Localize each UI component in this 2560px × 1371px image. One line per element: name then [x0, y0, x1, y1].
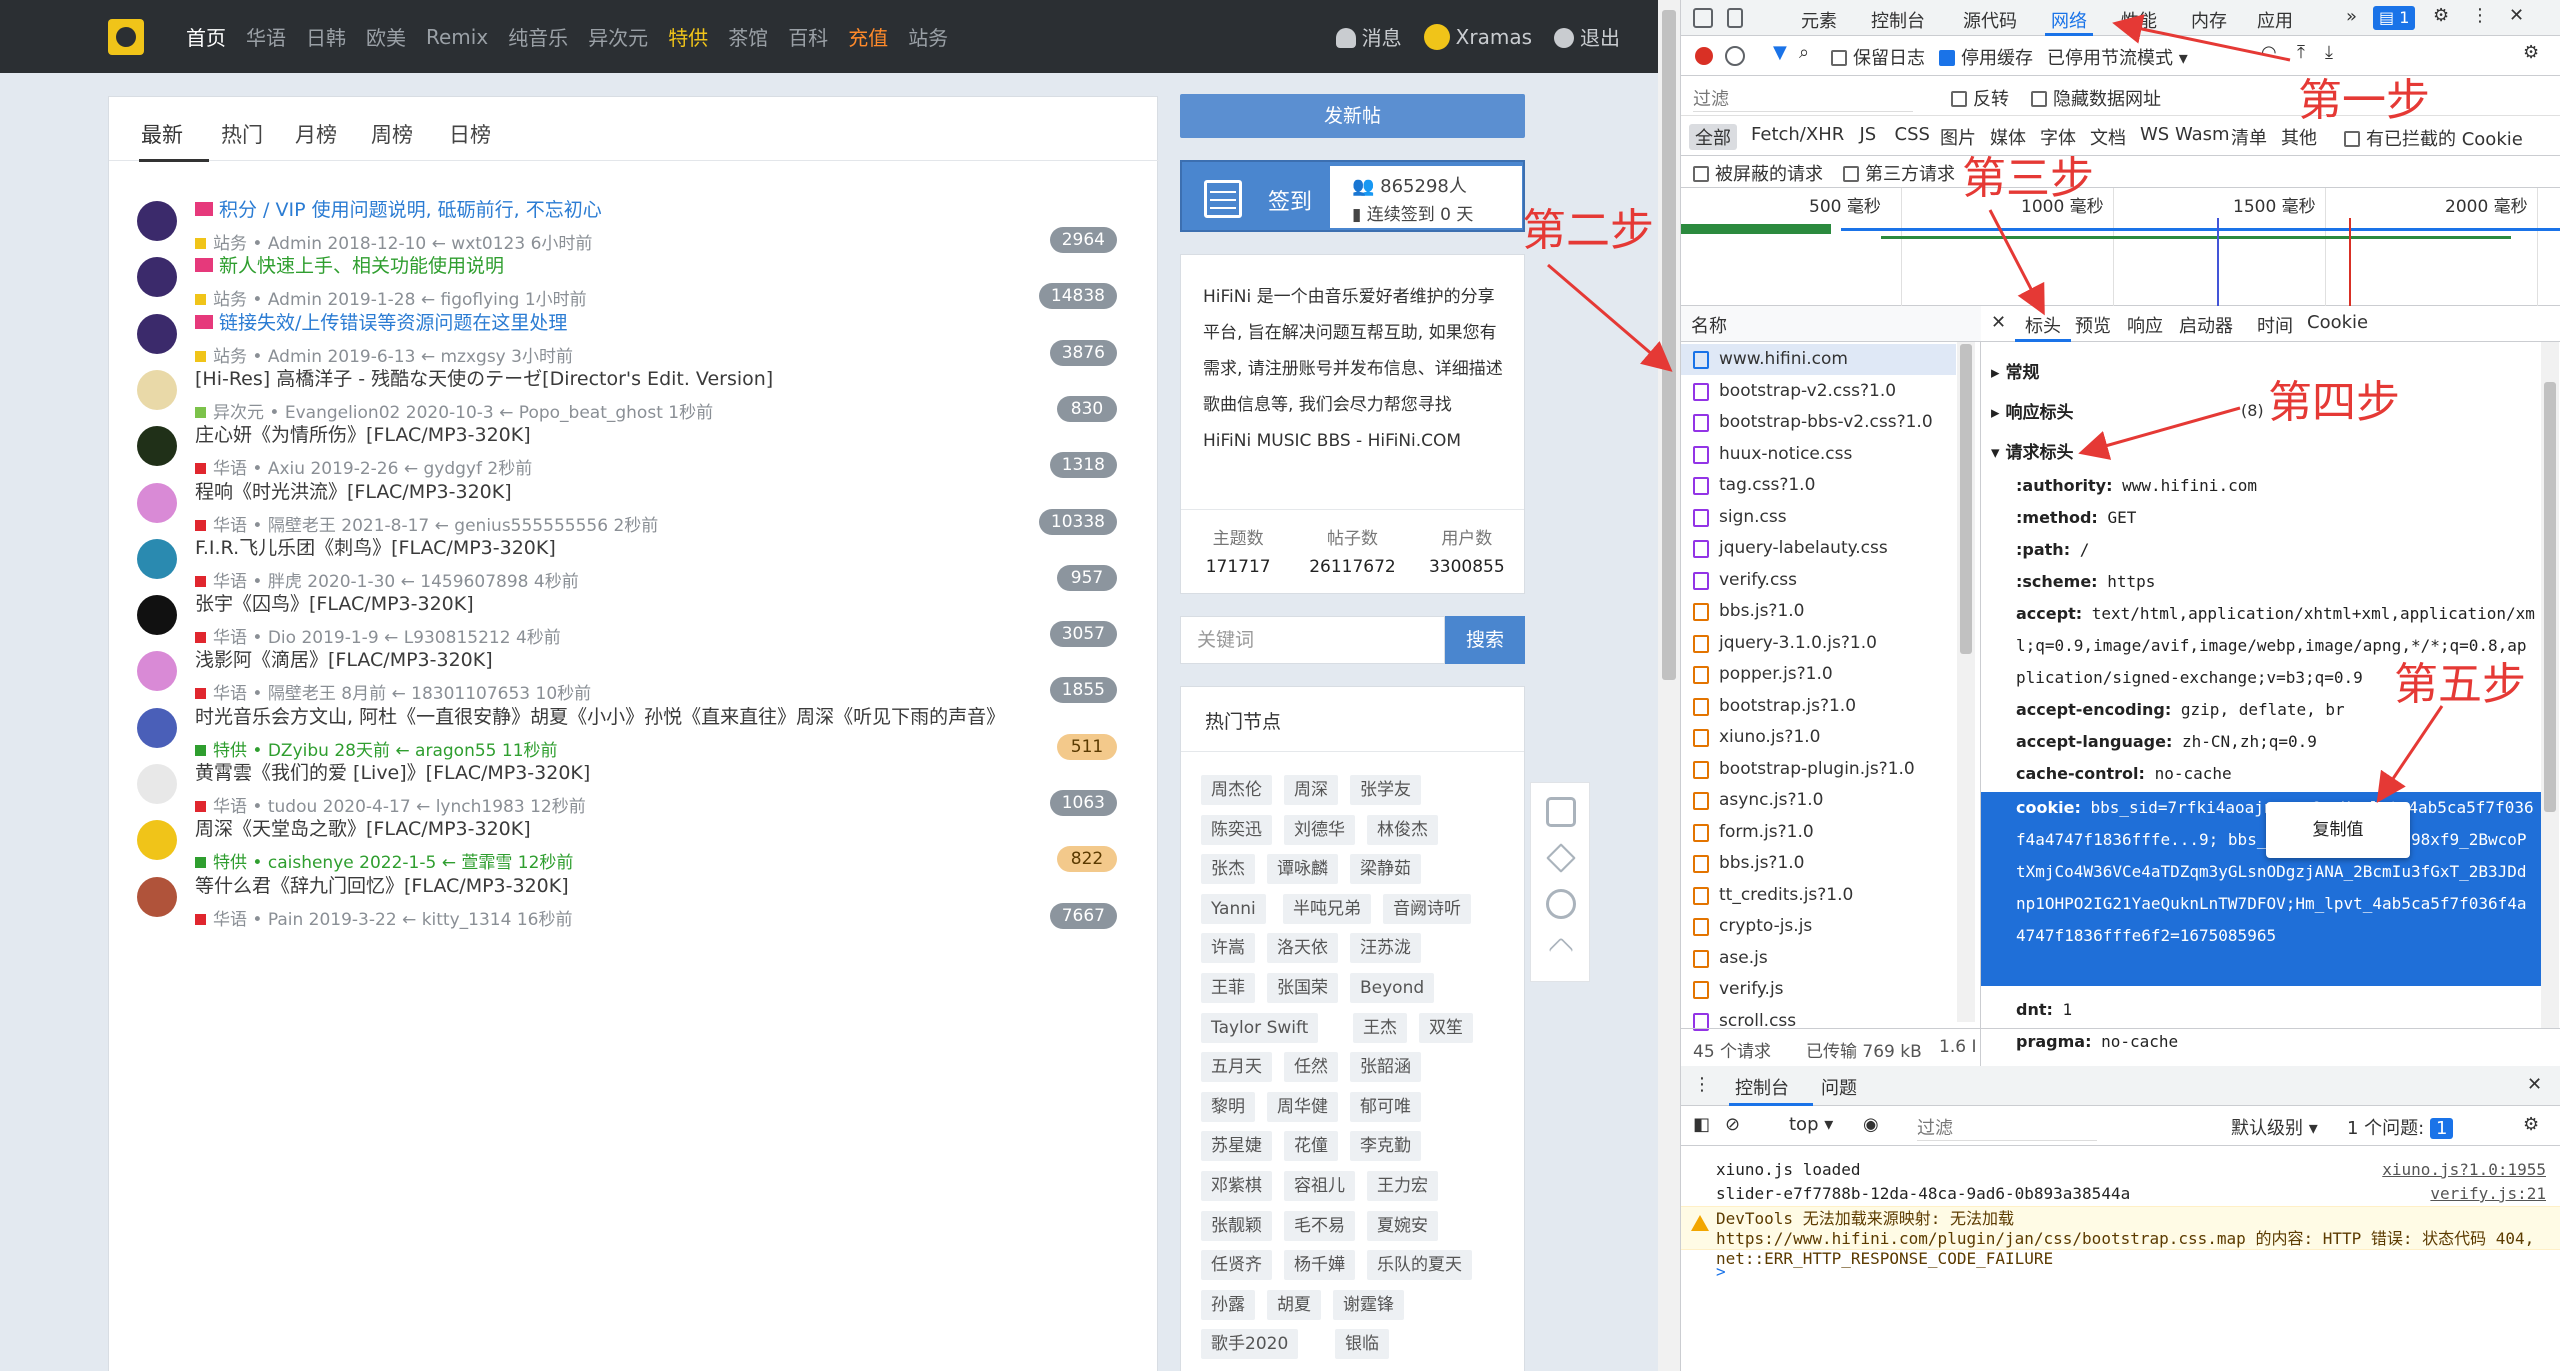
annotation-arrows [1547, 14, 2444, 803]
arrow-step1 [2112, 14, 2291, 62]
arrow-step2 [1547, 263, 1673, 372]
arrow-step4 [2078, 406, 2241, 460]
arrow-step3 [1988, 209, 2045, 316]
annotation-step1: 第一步 [2298, 75, 2430, 126]
arrow-step5 [2376, 705, 2444, 803]
annotation-step4: 第四步 [2268, 377, 2400, 428]
annotation-step2: 第二步 [1522, 205, 1654, 256]
annotation-step5: 第五步 [2394, 659, 2526, 710]
annotation-step3: 第三步 [1962, 153, 2094, 204]
